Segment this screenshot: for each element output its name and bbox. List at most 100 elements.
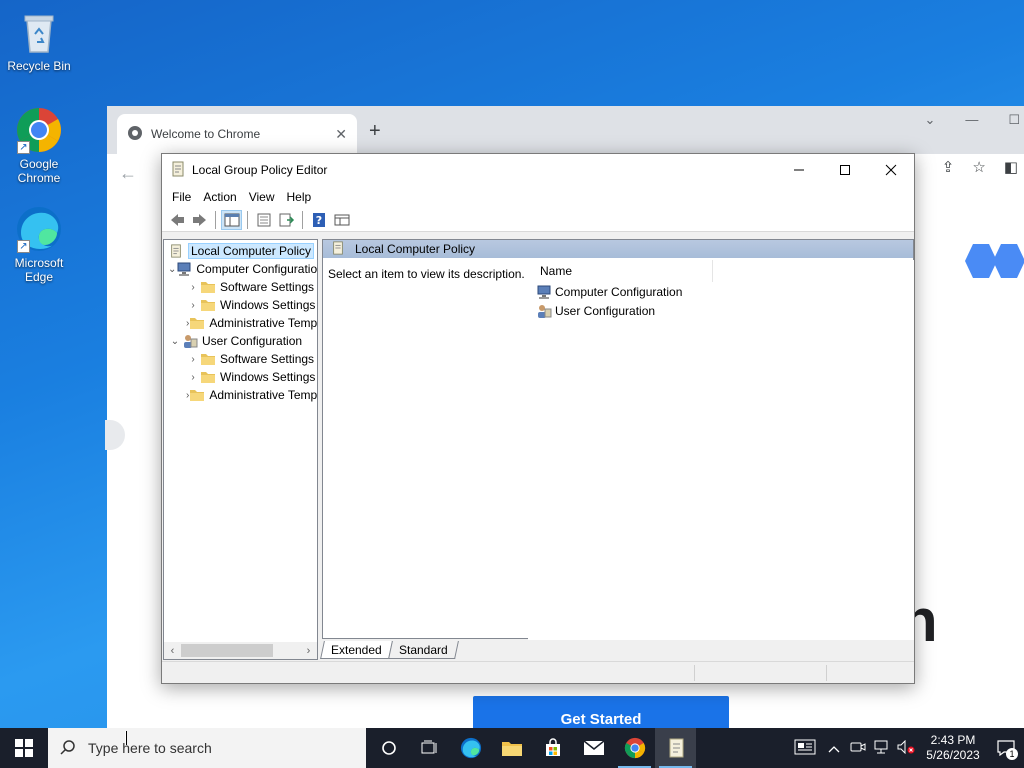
show-hide-tree-icon[interactable]	[221, 209, 242, 230]
start-button[interactable]	[0, 728, 48, 768]
user-icon	[182, 334, 198, 348]
bookmark-star-icon[interactable]: ☆	[972, 158, 985, 176]
list-item-label: Computer Configuration	[555, 284, 683, 299]
chrome-tab-welcome[interactable]: Welcome to Chrome ✕	[117, 114, 357, 154]
scroll-right-icon[interactable]: ›	[300, 645, 317, 657]
taskbar-chrome[interactable]	[614, 728, 655, 768]
folder-icon	[200, 298, 216, 312]
policy-app-icon	[170, 161, 186, 180]
maximize-button[interactable]	[822, 154, 868, 186]
share-icon[interactable]: ⇪	[942, 158, 955, 176]
column-header-name[interactable]: Name	[528, 260, 713, 282]
tab-search-icon[interactable]: ⌄	[924, 112, 935, 128]
menu-action[interactable]: Action	[197, 190, 242, 204]
news-widget-icon[interactable]	[788, 739, 822, 758]
gpe-titlebar[interactable]: Local Group Policy Editor	[162, 154, 914, 186]
back-arrow-icon[interactable]: ←	[119, 163, 137, 184]
tree-item-label: Software Settings	[220, 280, 315, 294]
taskbar-store[interactable]	[532, 728, 573, 768]
mouse-text-cursor	[125, 731, 127, 745]
expand-chevron-icon[interactable]: ›	[186, 282, 200, 293]
policy-tree-pane[interactable]: Local Computer Policy ⌄ Computer Configura…	[163, 239, 318, 660]
minimize-icon[interactable]: —	[965, 112, 978, 128]
taskbar-mail[interactable]	[573, 728, 614, 768]
tree-item[interactable]: › Software Settings	[164, 350, 317, 368]
tree-item[interactable]: ›Administrative Templates	[164, 314, 317, 332]
menu-file[interactable]: File	[166, 190, 197, 204]
gpe-window-title: Local Group Policy Editor	[192, 163, 328, 177]
tab-standard[interactable]: Standard	[387, 641, 459, 659]
cortana-button[interactable]	[368, 728, 409, 768]
tree-item[interactable]: › Windows Settings	[164, 368, 317, 386]
tree-item[interactable]: ›Administrative Templates	[164, 386, 317, 404]
taskbar-edge[interactable]	[450, 728, 491, 768]
group-policy-editor-window[interactable]: Local Group Policy Editor File Action Vi…	[161, 153, 915, 684]
chrome-window-controls: ⌄ — ☐	[924, 112, 1024, 128]
collapse-chevron-icon[interactable]: ⌄	[168, 336, 182, 347]
policy-icon	[331, 240, 345, 258]
side-panel-icon[interactable]: ◧	[1004, 158, 1018, 176]
volume-muted-icon[interactable]	[894, 739, 918, 757]
folder-icon	[501, 742, 522, 756]
tab-close-icon[interactable]: ✕	[335, 126, 347, 143]
policy-icon	[168, 244, 184, 258]
notification-badge: 1	[1006, 748, 1018, 760]
tree-item[interactable]: ⌄ User Configuration	[164, 332, 317, 350]
tree-item-label: Software Settings	[220, 352, 315, 366]
system-clock[interactable]: 2:43 PM 5/26/2023	[918, 733, 988, 763]
tab-extended[interactable]: Extended	[320, 641, 393, 659]
tree-horizontal-scrollbar[interactable]: ‹ ›	[164, 642, 317, 659]
chrome-toolbar-right: ⇪ ☆ ◧	[942, 158, 1018, 176]
status-bar	[162, 661, 914, 683]
list-item-user-configuration[interactable]: User Configuration	[528, 301, 914, 320]
toolbar-separator	[302, 210, 303, 229]
properties-icon[interactable]	[253, 210, 274, 230]
desktop-icon-recycle-bin[interactable]: Recycle Bin	[4, 8, 74, 73]
desktop-icon-google-chrome[interactable]: ↗ Google Chrome	[4, 106, 74, 185]
scroll-handle[interactable]	[105, 420, 125, 450]
tree-item[interactable]: › Windows Settings	[164, 296, 317, 314]
back-arrow-icon[interactable]	[166, 210, 187, 230]
desktop-icon-label: Recycle Bin	[7, 59, 71, 73]
minimize-button[interactable]	[776, 154, 822, 186]
export-list-icon[interactable]	[276, 210, 297, 230]
task-view-button[interactable]	[409, 728, 450, 768]
list-item-computer-configuration[interactable]: Computer Configuration	[528, 282, 914, 301]
toolbar-separator	[247, 210, 248, 229]
menu-view[interactable]: View	[243, 190, 281, 204]
desktop-icon-label: Microsoft Edge	[14, 256, 64, 284]
maximize-icon[interactable]: ☐	[1008, 112, 1020, 128]
desktop-icon-microsoft-edge[interactable]: ↗ Microsoft Edge	[4, 205, 74, 284]
help-icon[interactable]: ?	[308, 210, 329, 230]
tree-item-label: Administrative Templates	[209, 316, 318, 330]
items-list: Name Computer Configuration User Configu…	[528, 260, 914, 640]
taskbar-group-policy-editor[interactable]	[655, 728, 696, 768]
close-button[interactable]	[868, 154, 914, 186]
tree-item[interactable]: ⌄ Computer Configuration	[164, 260, 317, 278]
chevron-up-icon[interactable]	[822, 741, 846, 756]
tree-item[interactable]: Local Computer Policy	[164, 242, 317, 260]
scroll-left-icon[interactable]: ‹	[164, 645, 181, 657]
expand-chevron-icon[interactable]: ›	[186, 372, 200, 383]
network-icon[interactable]	[870, 740, 894, 757]
collapse-chevron-icon[interactable]: ⌄	[168, 264, 176, 275]
menu-help[interactable]: Help	[281, 190, 318, 204]
tree-item[interactable]: › Software Settings	[164, 278, 317, 296]
toolbar-separator	[215, 210, 216, 229]
taskbar-search-box[interactable]: Type here to search	[48, 728, 366, 768]
edge-icon: ↗	[15, 205, 63, 253]
taskbar-file-explorer[interactable]	[491, 728, 532, 768]
tree-item-label: Administrative Templates	[209, 388, 318, 402]
new-tab-button[interactable]: +	[369, 120, 381, 143]
view-tabs: Extended Standard	[320, 641, 459, 659]
expand-chevron-icon[interactable]: ›	[186, 354, 200, 365]
tree-item-label: Local Computer Policy	[188, 243, 315, 259]
forward-arrow-icon[interactable]	[189, 210, 210, 230]
action-center-button[interactable]: 1	[988, 728, 1024, 768]
filter-view-icon[interactable]	[331, 210, 352, 230]
meet-now-icon[interactable]	[846, 740, 870, 757]
svg-text:?: ?	[315, 214, 321, 227]
expand-chevron-icon[interactable]: ›	[186, 300, 200, 311]
scrollbar-thumb[interactable]	[181, 644, 273, 657]
edge-icon	[460, 737, 481, 759]
